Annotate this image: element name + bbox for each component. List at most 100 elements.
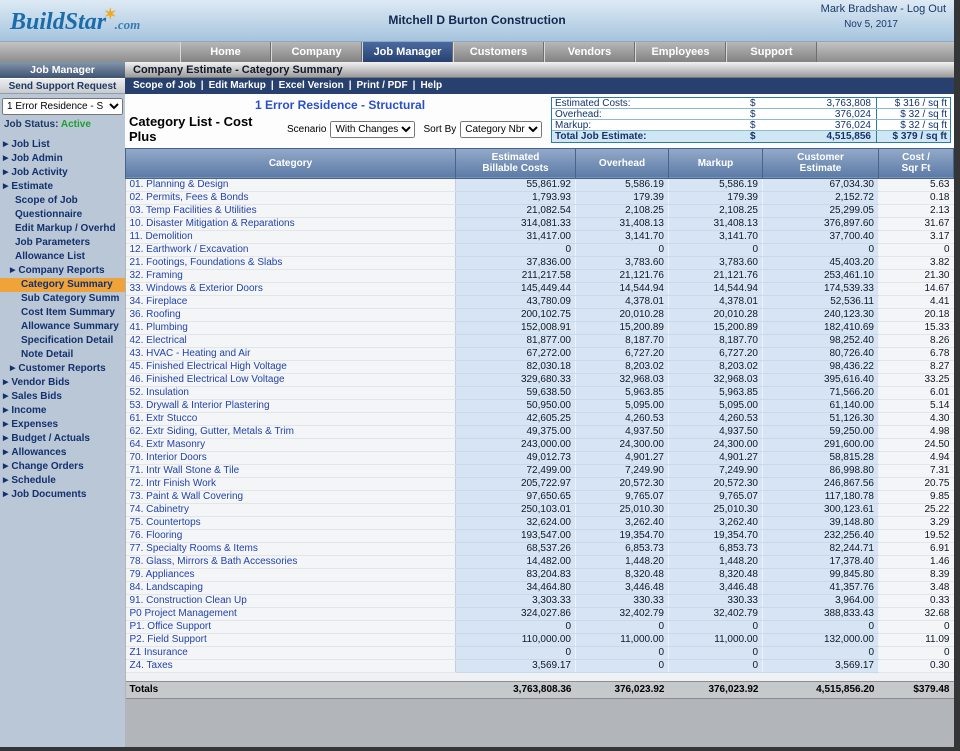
sidebar-item-category-summary[interactable]: Category Summary bbox=[0, 278, 125, 292]
category-cell[interactable]: 43. HVAC - Heating and Air bbox=[126, 347, 456, 360]
category-cell[interactable]: 72. Intr Finish Work bbox=[126, 477, 456, 490]
category-cell[interactable]: P0 Project Management bbox=[126, 607, 456, 620]
value-cell: 58,815.28 bbox=[763, 451, 879, 464]
category-cell[interactable]: 11. Demolition bbox=[126, 230, 456, 243]
category-cell[interactable]: 74. Cabinetry bbox=[126, 503, 456, 516]
tab-company[interactable]: Company bbox=[271, 42, 362, 62]
sidebar-item-customer-reports[interactable]: ▶Customer Reports bbox=[0, 362, 125, 376]
value-cell: 8,203.02 bbox=[669, 360, 763, 373]
table-row: 42. Electrical81,877.008,187.708,187.709… bbox=[126, 334, 954, 347]
category-cell[interactable]: 34. Fireplace bbox=[126, 295, 456, 308]
tab-support[interactable]: Support bbox=[726, 42, 817, 62]
category-cell[interactable]: 21. Footings, Foundations & Slabs bbox=[126, 256, 456, 269]
sidebar-item-expenses[interactable]: ▶Expenses bbox=[0, 418, 125, 432]
category-cell[interactable]: 77. Specialty Rooms & Items bbox=[126, 542, 456, 555]
category-cell[interactable]: 71. Intr Wall Stone & Tile bbox=[126, 464, 456, 477]
category-cell[interactable]: 41. Plumbing bbox=[126, 321, 456, 334]
value-cell: 179.39 bbox=[576, 191, 669, 204]
sidebar-item-schedule[interactable]: ▶Schedule bbox=[0, 474, 125, 488]
toolbar-link-print-pdf[interactable]: Print / PDF bbox=[357, 80, 408, 91]
sidebar-item-questionnaire[interactable]: Questionnaire bbox=[0, 208, 125, 222]
tab-employees[interactable]: Employees bbox=[635, 42, 726, 62]
value-cell: 3,783.60 bbox=[669, 256, 763, 269]
sidebar-item-job-documents[interactable]: ▶Job Documents bbox=[0, 488, 125, 502]
category-cell[interactable]: 32. Framing bbox=[126, 269, 456, 282]
category-cell[interactable]: 78. Glass, Mirrors & Bath Accessories bbox=[126, 555, 456, 568]
sidebar-item-income[interactable]: ▶Income bbox=[0, 404, 125, 418]
col-estimated-billable-costs: Estimated Billable Costs bbox=[456, 148, 576, 178]
send-support-request-button[interactable]: Send Support Request bbox=[0, 78, 125, 94]
category-cell[interactable]: 61. Extr Stucco bbox=[126, 412, 456, 425]
page-title: Company Estimate - Category Summary bbox=[125, 62, 954, 78]
category-cell[interactable]: 03. Temp Facilities & Utilities bbox=[126, 204, 456, 217]
category-cell[interactable]: 73. Paint & Wall Covering bbox=[126, 490, 456, 503]
category-cell[interactable]: 91. Construction Clean Up bbox=[126, 594, 456, 607]
sidebar-item-allowance-summary[interactable]: Allowance Summary bbox=[0, 320, 125, 334]
category-cell[interactable]: 45. Finished Electrical High Voltage bbox=[126, 360, 456, 373]
sidebar-item-scope-of-job[interactable]: Scope of Job bbox=[0, 194, 125, 208]
sidebar-item-allowance-list[interactable]: Allowance List bbox=[0, 250, 125, 264]
scenario-select[interactable]: With Changes bbox=[330, 121, 415, 138]
category-cell[interactable]: P1. Office Support bbox=[126, 620, 456, 633]
sidebar-item-budget-actuals[interactable]: ▶Budget / Actuals bbox=[0, 432, 125, 446]
tab-job-manager[interactable]: Job Manager bbox=[362, 42, 453, 62]
value-cell: 20,572.30 bbox=[576, 477, 669, 490]
category-cell[interactable]: 62. Extr Siding, Gutter, Metals & Trim bbox=[126, 425, 456, 438]
value-cell: 0 bbox=[669, 659, 763, 672]
sidebar-item-change-orders[interactable]: ▶Change Orders bbox=[0, 460, 125, 474]
sidebar-item-job-parameters[interactable]: Job Parameters bbox=[0, 236, 125, 250]
sidebar-item-note-detail[interactable]: Note Detail bbox=[0, 348, 125, 362]
table-header-row: Category Estimated Billable Costs Overhe… bbox=[126, 148, 954, 178]
logout-link[interactable]: Log Out bbox=[907, 3, 946, 15]
value-cell: 0 bbox=[576, 620, 669, 633]
value-cell: 17,378.40 bbox=[763, 555, 879, 568]
category-cell[interactable]: 46. Finished Electrical Low Voltage bbox=[126, 373, 456, 386]
category-cell[interactable]: 42. Electrical bbox=[126, 334, 456, 347]
sidebar-item-job-admin[interactable]: ▶Job Admin bbox=[0, 152, 125, 166]
toolbar-link-help[interactable]: Help bbox=[420, 80, 442, 91]
category-cell[interactable]: 12. Earthwork / Excavation bbox=[126, 243, 456, 256]
toolbar-link-edit-markup[interactable]: Edit Markup bbox=[209, 80, 266, 91]
job-status-value: Active bbox=[61, 119, 91, 130]
table-row: 79. Appliances83,204.838,320.488,320.489… bbox=[126, 568, 954, 581]
category-cell[interactable]: 36. Roofing bbox=[126, 308, 456, 321]
sidebar-item-job-list[interactable]: ▶Job List bbox=[0, 138, 125, 152]
category-cell[interactable]: 64. Extr Masonry bbox=[126, 438, 456, 451]
sidebar-item-cost-item-summary[interactable]: Cost Item Summary bbox=[0, 306, 125, 320]
summary-row-total-job-estimate: Total Job Estimate:$4,515,856$ 379 / sq … bbox=[552, 131, 950, 142]
sidebar-item-sub-category-summ[interactable]: Sub Category Summ bbox=[0, 292, 125, 306]
category-cell[interactable]: 02. Permits, Fees & Bonds bbox=[126, 191, 456, 204]
toolbar-link-excel-version[interactable]: Excel Version bbox=[279, 80, 344, 91]
category-cell[interactable]: 33. Windows & Exterior Doors bbox=[126, 282, 456, 295]
tab-customers[interactable]: Customers bbox=[453, 42, 544, 62]
tab-home[interactable]: Home bbox=[180, 42, 271, 62]
category-cell[interactable]: P2. Field Support bbox=[126, 633, 456, 646]
value-cell: 0 bbox=[669, 620, 763, 633]
category-cell[interactable]: 70. Interior Doors bbox=[126, 451, 456, 464]
category-cell[interactable]: 75. Countertops bbox=[126, 516, 456, 529]
job-selector[interactable]: 1 Error Residence - S bbox=[2, 98, 123, 115]
category-cell[interactable]: 10. Disaster Mitigation & Reparations bbox=[126, 217, 456, 230]
col-customer-estimate: Customer Estimate bbox=[763, 148, 879, 178]
tab-vendors[interactable]: Vendors bbox=[544, 42, 635, 62]
category-cell[interactable]: 79. Appliances bbox=[126, 568, 456, 581]
category-cell[interactable]: 76. Flooring bbox=[126, 529, 456, 542]
sidebar-item-edit-markup-overhd[interactable]: Edit Markup / Overhd bbox=[0, 222, 125, 236]
value-cell: 20.75 bbox=[879, 477, 954, 490]
sidebar-item-vendor-bids[interactable]: ▶Vendor Bids bbox=[0, 376, 125, 390]
category-cell[interactable]: Z4. Taxes bbox=[126, 659, 456, 672]
category-cell[interactable]: 53. Drywall & Interior Plastering bbox=[126, 399, 456, 412]
value-cell: 3,446.48 bbox=[669, 581, 763, 594]
sidebar-item-job-activity[interactable]: ▶Job Activity bbox=[0, 166, 125, 180]
sidebar-item-company-reports[interactable]: ▶Company Reports bbox=[0, 264, 125, 278]
category-cell[interactable]: 52. Insulation bbox=[126, 386, 456, 399]
sidebar-item-sales-bids[interactable]: ▶Sales Bids bbox=[0, 390, 125, 404]
category-cell[interactable]: Z1 Insurance bbox=[126, 646, 456, 659]
sidebar-item-allowances[interactable]: ▶Allowances bbox=[0, 446, 125, 460]
category-cell[interactable]: 84. Landscaping bbox=[126, 581, 456, 594]
toolbar-link-scope-of-job[interactable]: Scope of Job bbox=[133, 80, 196, 91]
sidebar-item-specification-detail[interactable]: Specification Detail bbox=[0, 334, 125, 348]
category-cell[interactable]: 01. Planning & Design bbox=[126, 178, 456, 191]
sortby-select[interactable]: Category Nbr bbox=[460, 121, 542, 138]
sidebar-item-estimate[interactable]: ▶Estimate bbox=[0, 180, 125, 194]
